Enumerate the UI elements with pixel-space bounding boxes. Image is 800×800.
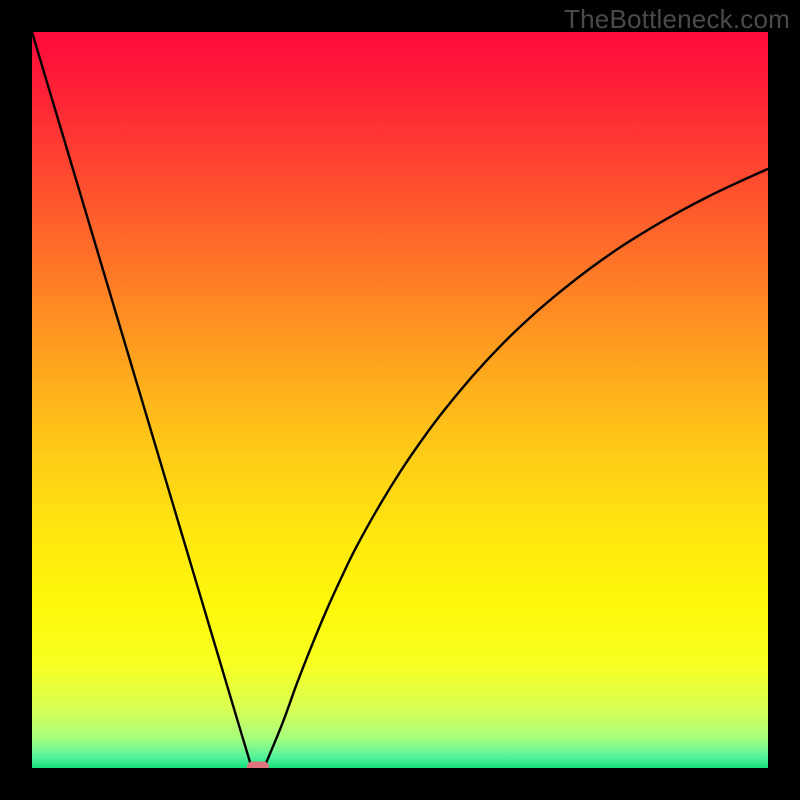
- chart-frame: TheBottleneck.com: [0, 0, 800, 800]
- vertex-marker: [247, 762, 269, 769]
- bottleneck-chart: [32, 32, 768, 768]
- plot-area: [32, 32, 768, 768]
- vertex-marker-shape: [247, 762, 269, 769]
- watermark-text: TheBottleneck.com: [564, 4, 790, 35]
